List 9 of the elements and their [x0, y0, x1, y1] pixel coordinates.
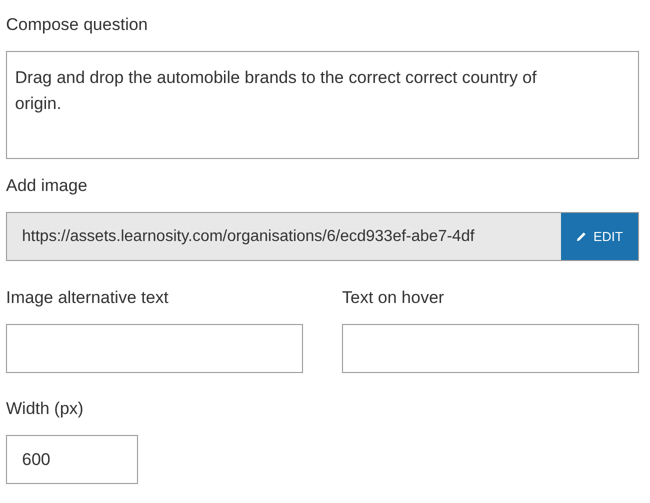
text-input[interactable] — [6, 324, 303, 373]
field-label: Compose question — [6, 14, 149, 36]
question-textarea[interactable]: Drag and drop the automobile brands to the correct correct country of origin. — [6, 51, 639, 159]
width-input[interactable]: 600 — [6, 435, 138, 484]
field-label: Text on hover — [342, 287, 446, 309]
field-label: Image alternative text — [6, 287, 170, 309]
field-label: Width (px) — [6, 398, 84, 420]
field-label: Add image — [6, 175, 88, 197]
text-input[interactable] — [342, 324, 639, 373]
